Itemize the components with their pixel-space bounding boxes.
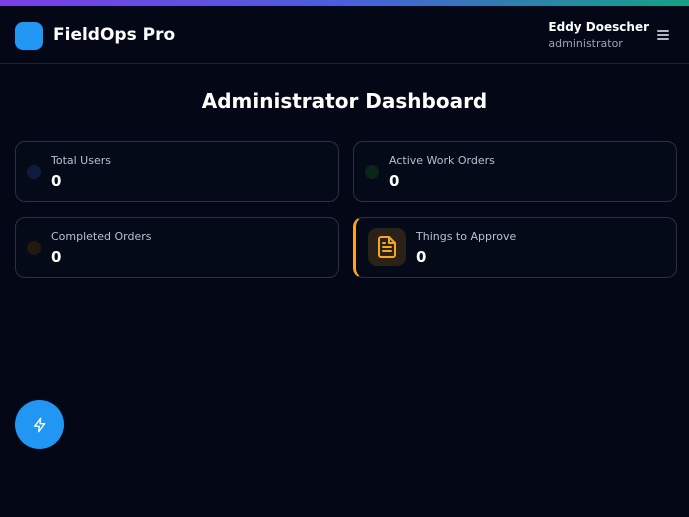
page-title: Administrator Dashboard — [201, 89, 488, 113]
status-dot-icon — [27, 241, 41, 255]
stat-value: 0 — [51, 248, 62, 266]
hamburger-menu-icon[interactable] — [657, 30, 669, 40]
stat-value: 0 — [389, 172, 400, 190]
user-name: Eddy Doescher — [548, 20, 649, 34]
stat-label: Total Users — [51, 154, 111, 167]
app-header: FieldOps Pro Eddy Doescher administrator — [0, 6, 689, 64]
user-role: administrator — [548, 37, 623, 50]
stat-card-total-users[interactable]: Total Users 0 — [15, 141, 339, 202]
stat-label: Active Work Orders — [389, 154, 495, 167]
stat-card-active-work-orders[interactable]: Active Work Orders 0 — [353, 141, 677, 202]
stat-value: 0 — [416, 248, 427, 266]
stat-card-completed-orders[interactable]: Completed Orders 0 — [15, 217, 339, 278]
status-dot-icon — [27, 165, 41, 179]
stat-value: 0 — [51, 172, 62, 190]
stat-label: Completed Orders — [51, 230, 152, 243]
app-title: FieldOps Pro — [53, 25, 176, 45]
stat-card-things-to-approve[interactable]: Things to Approve 0 — [353, 217, 677, 278]
user-profile[interactable]: Eddy Doescher administrator — [548, 20, 649, 50]
app-logo[interactable] — [15, 22, 43, 50]
lightning-bolt-icon — [33, 417, 45, 432]
document-icon — [368, 228, 406, 266]
quick-action-button[interactable] — [15, 400, 64, 449]
stat-label: Things to Approve — [416, 230, 517, 243]
status-dot-icon — [365, 165, 379, 179]
